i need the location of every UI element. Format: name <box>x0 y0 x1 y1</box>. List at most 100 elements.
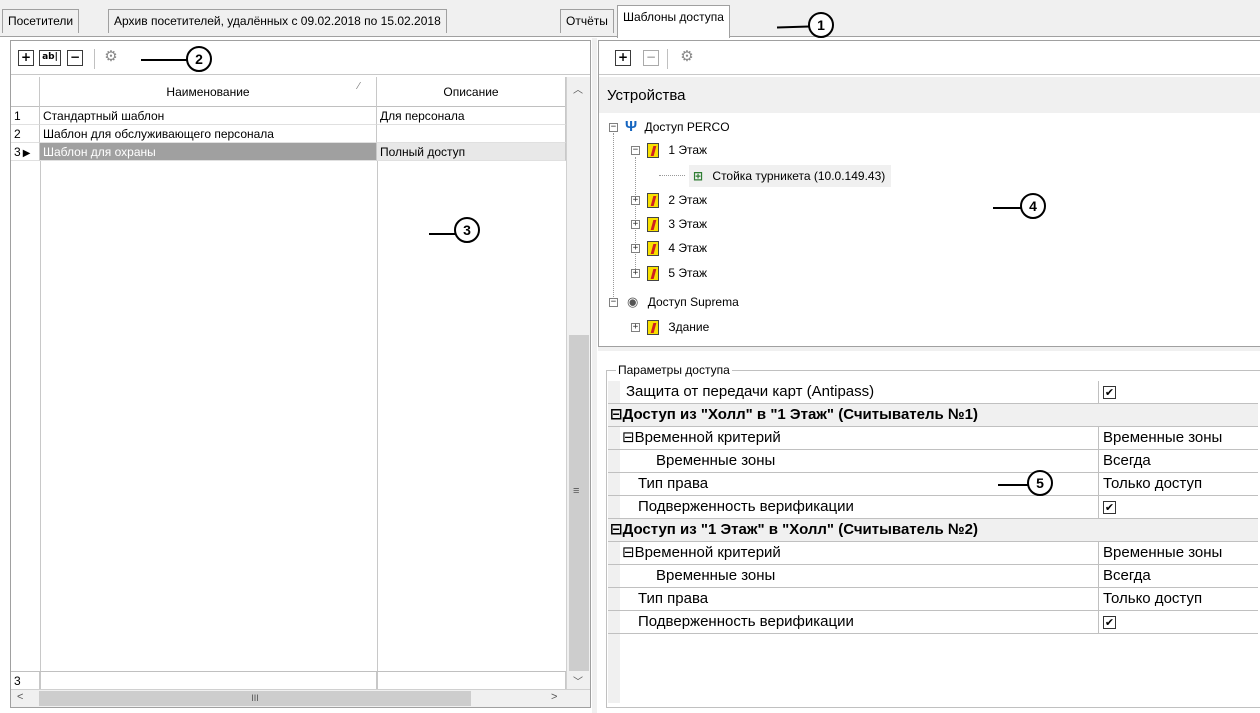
collapse-toggle[interactable]: − <box>631 146 640 155</box>
property-value[interactable]: Всегда <box>1098 565 1258 587</box>
property-value[interactable]: Временные зоны <box>1098 427 1258 449</box>
tree-node-turnstile[interactable]: ⊞ Стойка турникета (10.0.149.43) <box>689 165 892 187</box>
header-description[interactable]: Описание <box>377 77 566 107</box>
property-name: Подверженность верификации <box>638 613 854 630</box>
templates-toolbar: + ab| − ⚙ <box>11 41 590 75</box>
tree-node-floor-5[interactable]: 5 Этаж <box>647 264 707 282</box>
property-category[interactable]: ⊟Доступ из "Холл" в "1 Этаж" (Считывател… <box>608 404 1258 427</box>
tree-node-floor-1[interactable]: 1 Этаж <box>647 141 707 159</box>
column-divider <box>377 161 378 689</box>
tree-node-label: 1 Этаж <box>668 143 708 157</box>
floor-icon <box>647 193 659 209</box>
tab-visitors[interactable]: Посетители <box>2 9 80 33</box>
expand-all-button[interactable]: + <box>615 50 631 66</box>
property-category[interactable]: ⊟Доступ из "1 Этаж" в "Холл" (Считывател… <box>608 519 1258 542</box>
header-name[interactable]: Наименование <box>40 77 377 107</box>
property-value[interactable]: Только доступ <box>1098 473 1258 495</box>
settings-icon[interactable]: ⚙ <box>679 49 695 66</box>
checkbox[interactable]: ✔ <box>1103 500 1116 514</box>
footer-count: 3 <box>11 672 40 690</box>
property-value[interactable]: Только доступ <box>1098 588 1258 610</box>
floor-icon <box>647 217 659 233</box>
property-row[interactable]: ⊟Временной критерий Временные зоны <box>608 542 1258 565</box>
property-row[interactable]: ⊟Временной критерий Временные зоны <box>608 427 1258 450</box>
rename-template-button[interactable]: ab| <box>39 50 61 66</box>
checkbox[interactable]: ✔ <box>1103 615 1116 629</box>
expand-toggle[interactable]: + <box>631 269 640 278</box>
floor-icon <box>647 241 659 257</box>
tab-access-templates[interactable]: Шаблоны доступа <box>617 5 730 38</box>
tree-node-label: 4 Этаж <box>668 241 708 255</box>
property-row[interactable]: Тип права Только доступ <box>608 588 1258 611</box>
property-name: Подверженность верификации <box>638 498 854 515</box>
pane-splitter-horizontal[interactable] <box>598 347 1260 351</box>
property-value[interactable]: ✔ <box>1098 611 1258 633</box>
tree-node-floor-2[interactable]: 2 Этаж <box>647 191 707 209</box>
row-name[interactable]: Шаблон для охраны <box>40 143 377 161</box>
tree-node-label: 5 Этаж <box>668 266 708 280</box>
property-row[interactable]: Временные зоны Всегда <box>608 565 1258 588</box>
expand-toggle[interactable]: + <box>631 196 640 205</box>
callout-1: 1 <box>808 12 834 38</box>
row-description[interactable]: Для персонала <box>377 107 566 125</box>
delete-template-button[interactable]: − <box>67 50 83 66</box>
devices-pane: + − ⚙ Устройства − Ψ Доступ PERCO − 1 Эт… <box>598 40 1260 347</box>
pane-splitter[interactable] <box>592 38 597 713</box>
tree-node-floor-3[interactable]: 3 Этаж <box>647 215 707 233</box>
property-value[interactable]: ✔ <box>1098 381 1258 403</box>
expand-toggle[interactable]: + <box>631 220 640 229</box>
tab-reports[interactable]: Отчёты <box>560 9 614 33</box>
property-name: Тип права <box>638 475 709 492</box>
expand-toggle[interactable]: + <box>631 323 640 332</box>
vertical-scrollbar[interactable]: ︿ ≡ ﹀ <box>566 77 590 689</box>
callout-5: 5 <box>1027 470 1053 496</box>
add-template-button[interactable]: + <box>18 50 34 66</box>
settings-icon[interactable]: ⚙ <box>103 49 119 66</box>
collapse-all-button[interactable]: − <box>643 50 659 66</box>
tree-node-suprema[interactable]: ◉ Доступ Suprema <box>627 293 739 311</box>
expand-toggle[interactable]: + <box>631 244 640 253</box>
callout-4: 4 <box>1020 193 1046 219</box>
scrollbar-thumb[interactable]: ≡ <box>569 335 589 671</box>
scrollbar-thumb[interactable]: III <box>39 691 471 706</box>
property-row[interactable]: Тип права Только доступ <box>608 473 1258 496</box>
tree-node-perco[interactable]: Ψ Доступ PERCO <box>625 118 730 136</box>
property-name: ⊟Временной критерий <box>622 429 781 446</box>
collapse-toggle[interactable]: − <box>609 298 618 307</box>
scroll-up-icon[interactable]: ︿ <box>573 81 583 96</box>
property-row[interactable]: Подверженность верификации ✔ <box>608 611 1258 634</box>
perco-icon: Ψ <box>625 118 638 135</box>
property-value[interactable]: ✔ <box>1098 496 1258 518</box>
header-indicator <box>11 77 40 107</box>
property-name: ⊟Временной критерий <box>622 544 781 561</box>
property-value[interactable]: Временные зоны <box>1098 542 1258 564</box>
scroll-down-icon[interactable]: ﹀ <box>573 673 583 688</box>
row-number-text: 3 <box>14 145 21 159</box>
tree-node-floor-4[interactable]: 4 Этаж <box>647 239 707 257</box>
horizontal-scrollbar[interactable]: < III > <box>11 689 590 707</box>
property-value[interactable]: Всегда <box>1098 450 1258 472</box>
property-name: Тип права <box>638 590 709 607</box>
row-number: 3 ▶ <box>11 143 40 161</box>
property-row[interactable]: Временные зоны Всегда <box>608 450 1258 473</box>
collapse-toggle[interactable]: − <box>609 123 618 132</box>
scroll-right-icon[interactable]: > <box>551 691 557 703</box>
grid-header: Наименование ⁄ Описание <box>11 77 566 107</box>
tree-line <box>613 133 614 303</box>
tab-visitors-archive[interactable]: Архив посетителей, удалённых с 09.02.201… <box>108 9 447 33</box>
row-name[interactable]: Шаблон для обслуживающего персонала <box>40 125 377 143</box>
property-row[interactable]: Подверженность верификации ✔ <box>608 496 1258 519</box>
row-number: 2 <box>11 125 40 143</box>
tree-header <box>599 77 1260 113</box>
row-description[interactable] <box>377 125 566 143</box>
templates-pane: + ab| − ⚙ 2 Наименование ⁄ Описание 1 Ст… <box>10 40 591 708</box>
row-description[interactable]: Полный доступ <box>377 143 566 161</box>
tree-node-label: Доступ Suprema <box>647 295 739 309</box>
tree-node-building[interactable]: Здание <box>647 318 709 336</box>
checkbox[interactable]: ✔ <box>1103 385 1116 399</box>
scroll-left-icon[interactable]: < <box>17 691 23 703</box>
devices-toolbar: + − ⚙ <box>599 41 1260 75</box>
property-row[interactable]: Защита от передачи карт (Antipass) ✔ <box>608 381 1258 404</box>
footer-cell <box>377 672 566 690</box>
row-name[interactable]: Стандартный шаблон <box>40 107 377 125</box>
